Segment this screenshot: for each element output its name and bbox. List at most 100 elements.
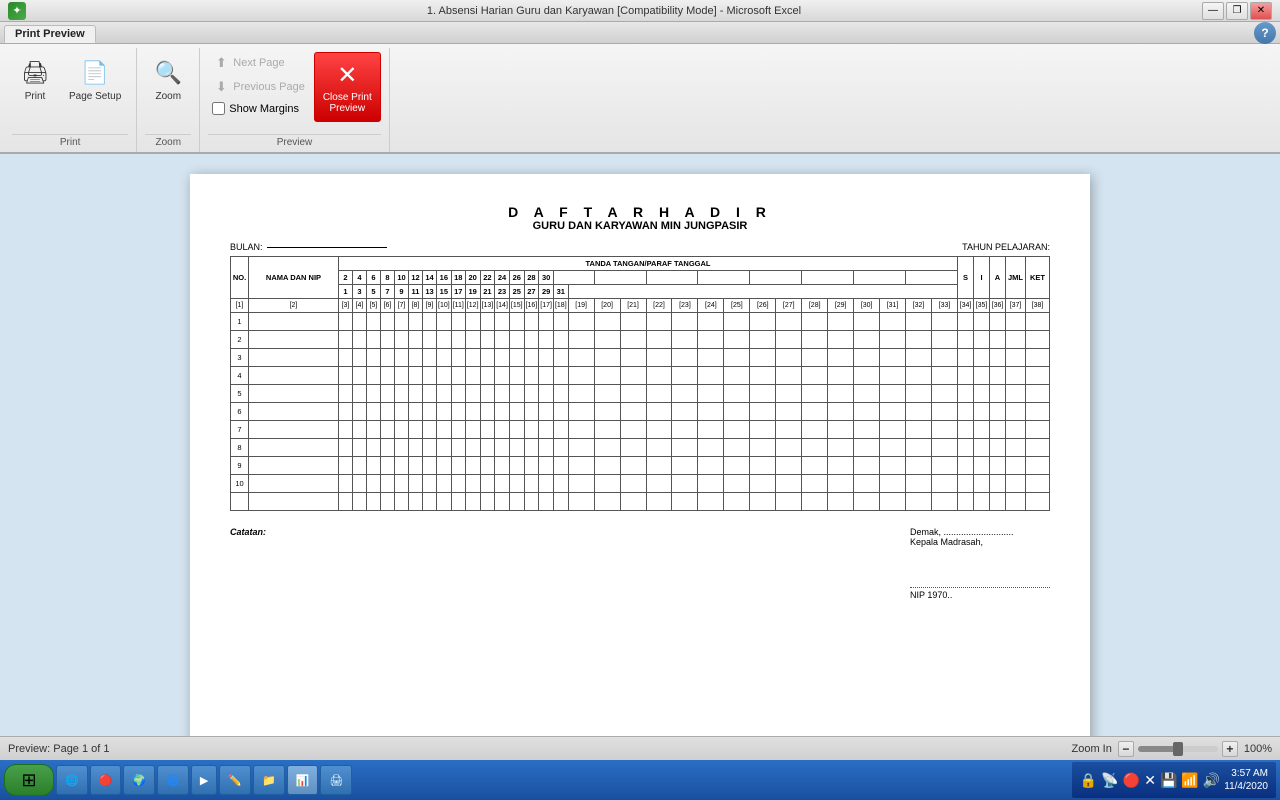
signature-area: Catatan: Demak, ........................… — [230, 527, 1050, 600]
table-row: 4 — [231, 367, 1050, 385]
help-button[interactable]: ? — [1254, 22, 1276, 44]
tray-icon-5[interactable]: 💾 — [1160, 772, 1177, 789]
show-margins-checkbox[interactable]: Show Margins — [208, 100, 310, 117]
doc-header-row: BULAN: TAHUN PELAJARAN: — [230, 242, 1050, 252]
zoom-group-label: Zoom — [145, 134, 191, 152]
table-row: 1 — [231, 313, 1050, 331]
col-header-no: NO. — [231, 257, 249, 299]
taskbar-tray: 🔒 📡 🔴 ✕ 💾 📶 🔊 3:57 AM 11/4/2020 — [1072, 762, 1276, 798]
doc-subtitle: GURU DAN KARYAWAN MIN JUNGPASIR — [230, 220, 1050, 232]
tab-print-preview[interactable]: Print Preview — [4, 25, 96, 43]
col-header-i: I — [974, 257, 990, 299]
window-title: 1. Absensi Harian Guru dan Karyawan [Com… — [26, 5, 1202, 17]
zoom-in-label: Zoom In — [1072, 743, 1112, 755]
table-row: 9 — [231, 457, 1050, 475]
tanda-tangan-header: TANDA TANGAN/PARAF TANGGAL — [339, 257, 958, 271]
ribbon-group-print: 🖨 Print 📄 Page Setup Print — [4, 48, 137, 152]
page-preview: D A F T A R H A D I R GURU DAN KARYAWAN … — [190, 174, 1090, 736]
window-controls: — ❐ ✕ — [1202, 2, 1272, 20]
zoom-thumb[interactable] — [1173, 742, 1183, 756]
status-left: Preview: Page 1 of 1 — [8, 743, 110, 755]
close-print-preview-button[interactable]: ✕ Close Print Preview — [314, 52, 381, 122]
nip-text: NIP 1970.. — [910, 590, 1050, 600]
media-icon: ▶ — [200, 774, 208, 787]
signature-line — [910, 587, 1050, 588]
tahun-field: TAHUN PELAJARAN: — [962, 242, 1050, 252]
tray-icon-4[interactable]: ✕ — [1144, 772, 1156, 789]
tray-icon-2[interactable]: 📡 — [1101, 772, 1118, 789]
taskbar-app-printer[interactable]: 🖨 — [320, 765, 352, 795]
zoom-out-button[interactable]: − — [1118, 741, 1134, 757]
zoom-pct: 100% — [1244, 743, 1272, 755]
ribbon-print-content: 🖨 Print 📄 Page Setup — [12, 48, 128, 134]
print-group-label: Print — [12, 134, 128, 152]
opera-icon: 🔴 — [99, 774, 113, 787]
doc-title: D A F T A R H A D I R — [230, 204, 1050, 220]
status-bar: Preview: Page 1 of 1 Zoom In − + 100% — [0, 736, 1280, 760]
title-bar: ✦ 1. Absensi Harian Guru dan Karyawan [C… — [0, 0, 1280, 22]
ie-icon: 🌐 — [65, 774, 79, 787]
app-icon: ✦ — [8, 2, 26, 20]
taskbar-app-paint[interactable]: ✏️ — [219, 765, 251, 795]
taskbar-app-excel[interactable]: 📊 — [287, 765, 319, 795]
tray-icon-1[interactable]: 🔒 — [1080, 772, 1097, 789]
zoom-button[interactable]: 🔍 Zoom — [145, 52, 191, 107]
catatan: Catatan: — [230, 527, 266, 600]
taskbar: ⊞ 🌐 🔴 🌍 🌀 ▶ ✏️ 📁 📊 🖨 🔒 📡 🔴 ✕ 💾 📶 🔊 3:57 … — [0, 760, 1280, 800]
main-area: D A F T A R H A D I R GURU DAN KARYAWAN … — [0, 154, 1280, 736]
status-right: Zoom In − + 100% — [1072, 741, 1273, 757]
bulan-line — [267, 247, 387, 248]
col-header-nama: NAMA DAN NIP — [249, 257, 339, 299]
preview-group-label: Preview — [208, 134, 380, 152]
demak-text: Demak, ............................ — [910, 527, 1050, 537]
ribbon-group-preview: ⬆ Next Page ⬇ Previous Page Show Margins… — [200, 48, 389, 152]
taskbar-app-explorer[interactable]: 📁 — [253, 765, 285, 795]
page-setup-button[interactable]: 📄 Page Setup — [62, 52, 128, 107]
col-header-s: S — [958, 257, 974, 299]
next-page-icon: ⬆ — [213, 55, 229, 71]
attendance-table: NO. NAMA DAN NIP TANDA TANGAN/PARAF TANG… — [230, 256, 1050, 511]
excel-icon: 📊 — [296, 774, 310, 787]
ribbon-preview-content: ⬆ Next Page ⬇ Previous Page Show Margins… — [208, 48, 380, 134]
taskbar-app-firefox[interactable]: 🌍 — [123, 765, 155, 795]
ribbon-tabs: Print Preview ? — [0, 22, 1280, 44]
margins-checkbox-input[interactable] — [212, 102, 225, 115]
next-page-button[interactable]: ⬆ Next Page — [208, 52, 310, 74]
zoom-slider[interactable] — [1138, 746, 1218, 752]
table-row — [231, 493, 1050, 511]
taskbar-app-media[interactable]: ▶ — [191, 765, 217, 795]
table-row: 6 — [231, 403, 1050, 421]
clock-date: 11/4/2020 — [1224, 780, 1268, 793]
previous-page-button[interactable]: ⬇ Previous Page — [208, 76, 310, 98]
ribbon-group-zoom: 🔍 Zoom Zoom — [137, 48, 200, 152]
bulan-field: BULAN: — [230, 242, 387, 252]
close-button[interactable]: ✕ — [1250, 2, 1272, 20]
print-icon: 🖨 — [19, 57, 51, 89]
start-button[interactable]: ⊞ — [4, 764, 54, 796]
prev-page-icon: ⬇ — [213, 79, 229, 95]
zoom-control: − + — [1118, 741, 1238, 757]
explorer-icon: 📁 — [262, 774, 276, 787]
taskbar-app-ie[interactable]: 🌐 — [56, 765, 88, 795]
signature-right: Demak, ............................ Kepa… — [910, 527, 1050, 600]
tray-icon-3[interactable]: 🔴 — [1123, 772, 1140, 789]
restore-button[interactable]: ❐ — [1226, 2, 1248, 20]
col-header-a: A — [990, 257, 1006, 299]
print-button[interactable]: 🖨 Print — [12, 52, 58, 107]
kepala-text: Kepala Madrasah, — [910, 537, 1050, 547]
table-row: 10 — [231, 475, 1050, 493]
minimize-button[interactable]: — — [1202, 2, 1224, 20]
taskbar-app-chrome[interactable]: 🌀 — [157, 765, 189, 795]
tray-icon-6[interactable]: 📶 — [1181, 772, 1198, 789]
printer-icon: 🖨 — [329, 774, 343, 787]
firefox-icon: 🌍 — [132, 774, 146, 787]
col-header-jml: JML — [1006, 257, 1026, 299]
taskbar-app-opera[interactable]: 🔴 — [90, 765, 122, 795]
preview-info: Preview: Page 1 of 1 — [8, 743, 110, 755]
zoom-in-button[interactable]: + — [1222, 741, 1238, 757]
tray-icon-7[interactable]: 🔊 — [1203, 772, 1220, 789]
table-row: 2 — [231, 331, 1050, 349]
start-icon: ⊞ — [21, 770, 36, 791]
chrome-icon: 🌀 — [166, 774, 180, 787]
table-row: 3 — [231, 349, 1050, 367]
